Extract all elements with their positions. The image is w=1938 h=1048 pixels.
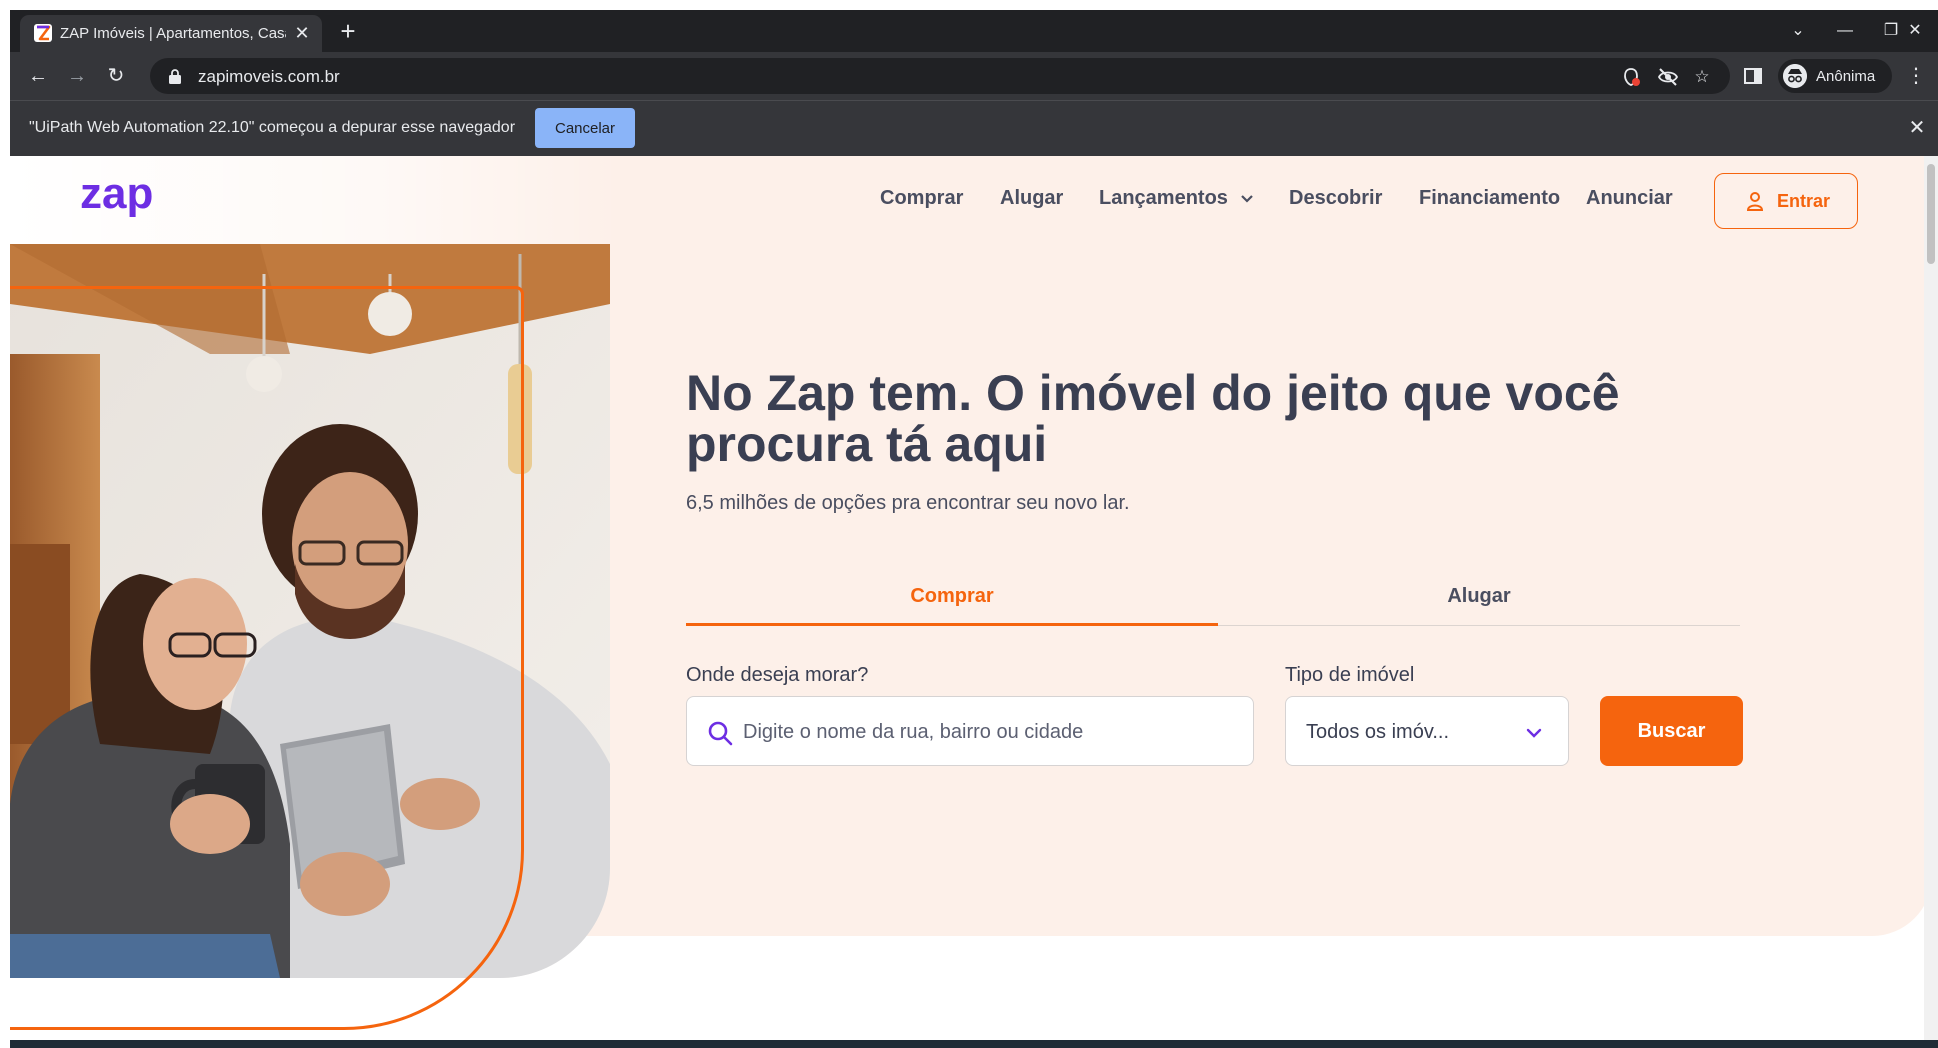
nav-anunciar[interactable]: Anunciar bbox=[1586, 187, 1673, 210]
browser-toolbar: ← → ↻ zapimoveis.com.br ☆ Anônima ⋮ bbox=[10, 52, 1938, 100]
blocked-tracking-icon[interactable] bbox=[1620, 66, 1642, 88]
chevron-down-icon bbox=[1240, 194, 1253, 203]
debugging-infobar: "UiPath Web Automation 22.10" começou a … bbox=[10, 100, 1938, 156]
page-viewport: zap Comprar Alugar Lançamentos Descobrir… bbox=[10, 156, 1938, 1048]
tab-alugar[interactable]: Alugar bbox=[1218, 574, 1740, 626]
nav-descobrir[interactable]: Descobrir bbox=[1289, 187, 1382, 210]
tab-close-icon[interactable]: ✕ bbox=[292, 23, 312, 43]
incognito-icon bbox=[1783, 64, 1807, 88]
tab-comprar[interactable]: Comprar bbox=[686, 574, 1218, 626]
page-scrollbar[interactable] bbox=[1924, 156, 1938, 1048]
reload-button[interactable]: ↻ bbox=[102, 62, 130, 90]
property-type-select[interactable]: Todos os imóv... bbox=[1285, 696, 1569, 766]
eye-off-icon[interactable] bbox=[1657, 66, 1679, 88]
forward-button[interactable]: → bbox=[63, 62, 91, 90]
lock-icon[interactable] bbox=[168, 68, 182, 84]
address-bar[interactable]: zapimoveis.com.br ☆ bbox=[150, 58, 1730, 94]
location-search-input[interactable] bbox=[743, 713, 1243, 751]
zap-logo[interactable]: zap bbox=[80, 174, 180, 226]
search-tabs: Comprar Alugar bbox=[686, 574, 1740, 626]
nav-lancamentos[interactable]: Lançamentos bbox=[1099, 187, 1254, 210]
tab-title: ZAP Imóveis | Apartamentos, Casas bbox=[60, 25, 286, 42]
browser-tabbar: ZAP Imóveis | Apartamentos, Casas ✕ + ⌄ … bbox=[10, 10, 1938, 52]
search-button[interactable]: Buscar bbox=[1600, 696, 1743, 766]
scrollbar-thumb[interactable] bbox=[1927, 164, 1935, 264]
minimize-button[interactable]: — bbox=[1822, 17, 1868, 45]
type-label: Tipo de imóvel bbox=[1285, 664, 1415, 686]
profile-button[interactable]: Anônima bbox=[1778, 59, 1892, 93]
property-type-value: Todos os imóv... bbox=[1306, 721, 1450, 743]
cancel-debugging-button[interactable]: Cancelar bbox=[535, 108, 635, 148]
url-text[interactable]: zapimoveis.com.br bbox=[198, 67, 340, 87]
nav-lancamentos-label: Lançamentos bbox=[1099, 187, 1228, 209]
nav-comprar[interactable]: Comprar bbox=[880, 187, 963, 210]
close-infobar-icon[interactable]: ✕ bbox=[1906, 117, 1928, 139]
infobar-message: "UiPath Web Automation 22.10" começou a … bbox=[29, 119, 516, 136]
os-taskbar bbox=[10, 1040, 1938, 1048]
bookmark-star-icon[interactable]: ☆ bbox=[1691, 66, 1713, 88]
side-panel-icon[interactable] bbox=[1743, 66, 1763, 86]
hero-headline: No Zap tem. O imóvel do jeito que você p… bbox=[686, 365, 1620, 472]
nav-financiamento[interactable]: Financiamento bbox=[1419, 187, 1560, 210]
zap-favicon-icon bbox=[34, 24, 52, 42]
photo-decorative-frame bbox=[10, 286, 524, 1030]
hero-subhead: 6,5 milhões de opções pra encontrar seu … bbox=[686, 492, 1130, 514]
nav-alugar[interactable]: Alugar bbox=[1000, 187, 1063, 210]
search-icon bbox=[708, 721, 733, 746]
location-search[interactable] bbox=[686, 696, 1254, 766]
tab-search-button[interactable]: ⌄ bbox=[1775, 17, 1821, 45]
login-label: Entrar bbox=[1777, 191, 1831, 211]
where-label: Onde deseja morar? bbox=[686, 664, 869, 686]
user-icon bbox=[1746, 192, 1764, 211]
back-button[interactable]: ← bbox=[24, 62, 52, 90]
browser-menu-icon[interactable]: ⋮ bbox=[1906, 64, 1926, 88]
close-window-button[interactable]: ✕ bbox=[1892, 17, 1938, 45]
profile-name: Anônima bbox=[1816, 68, 1876, 85]
new-tab-button[interactable]: + bbox=[335, 18, 361, 45]
zap-logo-text: zap bbox=[80, 174, 153, 218]
browser-tab[interactable]: ZAP Imóveis | Apartamentos, Casas ✕ bbox=[20, 15, 322, 52]
chevron-down-icon bbox=[1526, 728, 1542, 738]
login-button[interactable]: Entrar bbox=[1714, 173, 1858, 229]
